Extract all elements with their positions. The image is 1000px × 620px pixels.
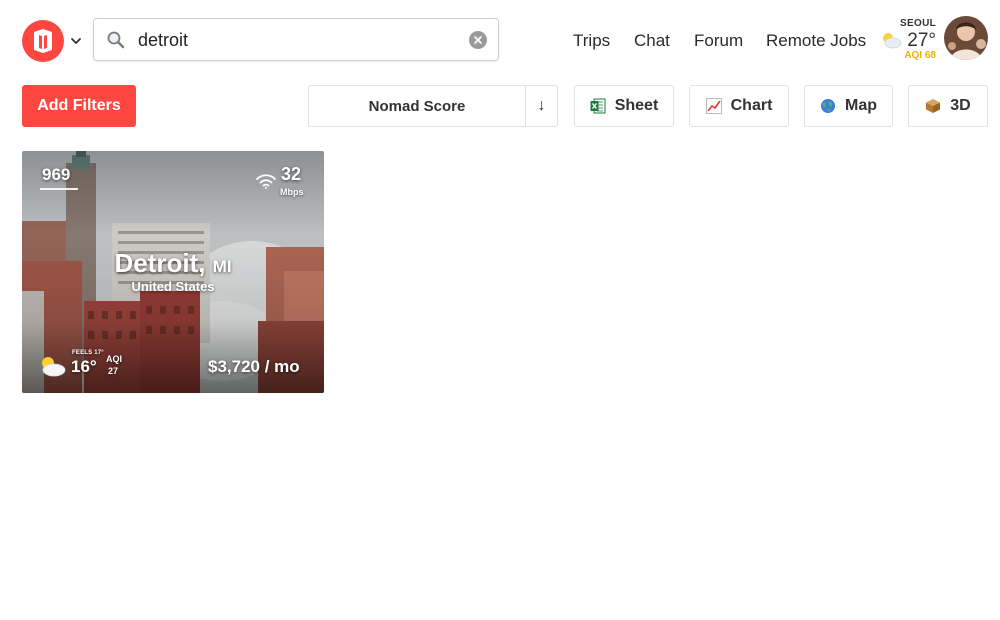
nav-chat[interactable]: Chat: [634, 31, 670, 51]
city-card-detroit[interactable]: 969 32 Mbps Detroit, MI United States FE…: [22, 151, 324, 393]
partly-cloudy-icon: [42, 357, 66, 377]
search-icon: [107, 31, 125, 49]
nomad-rank: 969: [42, 165, 71, 184]
city-state: MI: [212, 257, 232, 276]
chart-view-button[interactable]: Chart: [689, 85, 789, 127]
weather-aqi: AQI 68: [904, 50, 936, 61]
rank-underline: [40, 188, 78, 190]
weather-temp: 27°: [907, 30, 936, 51]
sheet-view-button[interactable]: Sheet: [574, 85, 674, 127]
logo-mark-icon: [34, 29, 52, 53]
globe-icon: [821, 99, 835, 113]
map-view-button[interactable]: Map: [804, 85, 893, 127]
3d-view-label: 3D: [950, 97, 971, 114]
nomad-list-logo[interactable]: [22, 20, 64, 62]
avatar-image: [944, 16, 988, 60]
nav-trips[interactable]: Trips: [573, 31, 610, 51]
clear-search-button[interactable]: [469, 31, 487, 49]
chart-view-label: Chart: [730, 97, 773, 114]
weather-city: SEOUL: [900, 18, 936, 29]
search-input[interactable]: [138, 25, 458, 55]
internet-speed: 32: [281, 164, 302, 184]
chart-icon: [705, 98, 722, 114]
map-view-label: Map: [845, 97, 877, 114]
sheet-icon: [590, 98, 606, 114]
search-box: [93, 18, 499, 61]
city-country: United States: [131, 279, 215, 294]
wifi-icon: [256, 174, 276, 189]
city-temp: 16°: [71, 357, 97, 376]
feels-like-temp: FEELS 17°: [72, 350, 104, 356]
city-title: Detroit,: [114, 248, 206, 278]
box-icon: [926, 99, 941, 113]
internet-speed-unit: Mbps: [280, 187, 304, 197]
nav-remote-jobs[interactable]: Remote Jobs: [766, 31, 866, 51]
city-name: Detroit, MI: [22, 248, 324, 279]
chevron-down-icon[interactable]: [69, 34, 83, 48]
partly-cloudy-icon: [883, 33, 902, 49]
sort-by-select[interactable]: Nomad Score: [309, 86, 526, 126]
3d-view-button[interactable]: 3D: [908, 85, 988, 127]
aqi-label: AQI: [106, 354, 123, 364]
nav-forum[interactable]: Forum: [694, 31, 743, 51]
current-location-weather[interactable]: SEOUL 27° AQI 68: [878, 16, 940, 64]
add-filters-button[interactable]: Add Filters: [22, 85, 136, 127]
aqi-value: 27: [108, 366, 119, 376]
sort-control: Nomad Score ↓: [308, 85, 558, 127]
sort-direction-toggle[interactable]: ↓: [526, 86, 557, 126]
cost-of-living: $3,720 / mo: [208, 357, 300, 376]
user-avatar[interactable]: [944, 16, 988, 60]
sheet-view-label: Sheet: [614, 97, 659, 114]
close-icon: [474, 36, 482, 44]
